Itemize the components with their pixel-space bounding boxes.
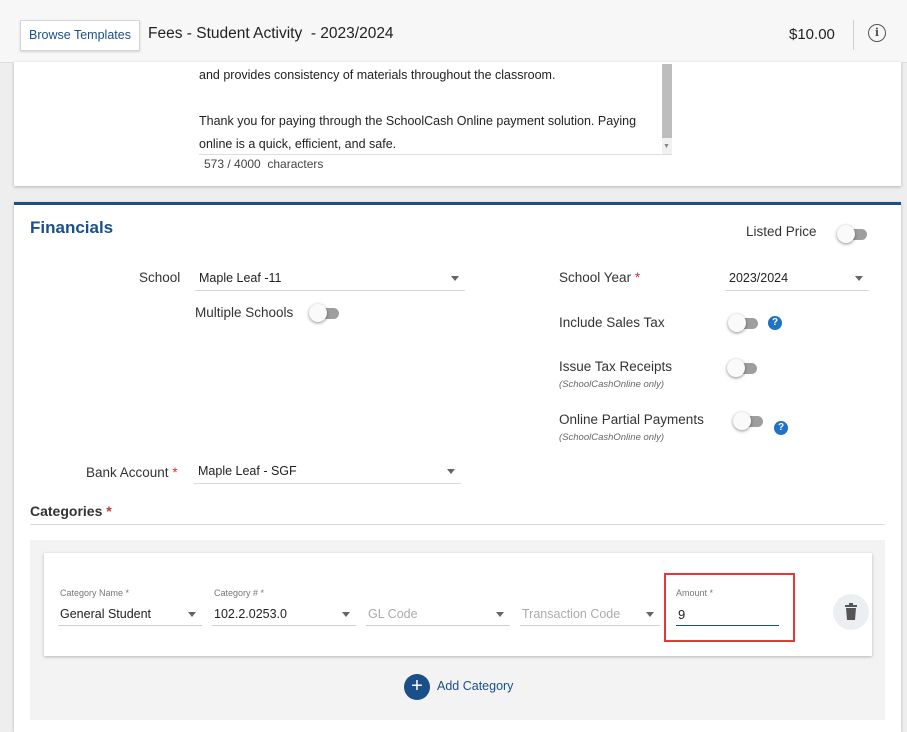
description-textarea[interactable]: and provides consistency of materials th…	[199, 64, 659, 156]
scroll-down-arrow-icon[interactable]: ▼	[663, 143, 670, 150]
chevron-down-icon	[447, 469, 455, 474]
scrollbar-thumb[interactable]	[662, 64, 672, 138]
listed-price-label: Listed Price	[746, 224, 817, 239]
transaction-code-select[interactable]: Transaction Code	[520, 603, 660, 626]
chevron-down-icon	[855, 276, 863, 281]
online-partial-payments-label: Online Partial Payments	[559, 412, 704, 427]
include-sales-tax-toggle[interactable]	[728, 314, 760, 332]
online-partial-payments-toggle[interactable]	[733, 412, 765, 430]
issue-tax-receipts-note: (SchoolCashOnline only)	[559, 379, 665, 390]
issue-tax-receipts-label: Issue Tax Receipts	[559, 359, 673, 374]
add-category-link[interactable]: Add Category	[437, 679, 513, 693]
school-year-value: 2023/2024	[729, 271, 789, 285]
chevron-down-icon	[496, 612, 504, 617]
page-title: Fees - Student Activity - 2023/2024	[148, 25, 394, 42]
transaction-code-placeholder: Transaction Code	[522, 607, 621, 621]
help-icon[interactable]: ?	[774, 421, 788, 435]
school-select[interactable]: Maple Leaf -11	[195, 268, 465, 291]
help-icon[interactable]: ?	[768, 316, 782, 330]
categories-divider	[30, 524, 885, 525]
chevron-down-icon	[342, 612, 350, 617]
textarea-underline	[199, 154, 672, 155]
school-value: Maple Leaf -11	[199, 271, 282, 285]
chevron-down-icon	[188, 612, 196, 617]
listed-price-toggle[interactable]	[837, 225, 869, 243]
bank-account-value: Maple Leaf - SGF	[198, 464, 297, 478]
description-line: Thank you for paying through the SchoolC…	[199, 114, 637, 128]
school-label: School	[139, 270, 181, 285]
multiple-schools-label: Multiple Schools	[195, 305, 294, 320]
browse-templates-button[interactable]: Browse Templates	[20, 20, 140, 51]
description-line: online is a quick, efficient, and safe.	[199, 137, 397, 151]
trash-icon	[845, 603, 857, 620]
categories-label: Categories *	[30, 503, 112, 519]
chevron-down-icon	[451, 276, 459, 281]
description-line: and provides consistency of materials th…	[199, 68, 556, 82]
include-sales-tax-label: Include Sales Tax	[559, 315, 665, 330]
gl-code-placeholder: GL Code	[368, 607, 418, 621]
character-count: 573 / 4000 characters	[204, 157, 324, 171]
category-name-label: Category Name *	[60, 588, 130, 598]
issue-tax-receipts-toggle[interactable]	[727, 359, 759, 377]
bank-account-select[interactable]: Maple Leaf - SGF	[194, 461, 461, 484]
info-icon[interactable]: i	[868, 24, 886, 42]
school-year-label: School Year *	[559, 270, 641, 285]
category-name-value: General Student	[60, 607, 152, 621]
delete-category-button[interactable]	[833, 594, 869, 630]
category-number-select[interactable]: 102.2.0253.0	[212, 603, 356, 626]
online-partial-payments-note: (SchoolCashOnline only)	[559, 432, 665, 443]
category-number-label: Category # *	[214, 588, 265, 598]
bank-account-label: Bank Account *	[86, 465, 178, 480]
header-divider	[853, 20, 854, 50]
category-number-value: 102.2.0253.0	[214, 607, 287, 621]
category-name-select[interactable]: General Student	[58, 603, 202, 626]
multiple-schools-toggle[interactable]	[309, 304, 341, 322]
financials-title: Financials	[30, 218, 114, 237]
total-amount: $10.00	[789, 26, 835, 43]
gl-code-select[interactable]: GL Code	[366, 603, 510, 626]
add-category-icon[interactable]: +	[404, 674, 430, 700]
amount-highlight-box	[664, 573, 795, 642]
school-year-select[interactable]: 2023/2024	[725, 268, 869, 291]
chevron-down-icon	[646, 612, 654, 617]
